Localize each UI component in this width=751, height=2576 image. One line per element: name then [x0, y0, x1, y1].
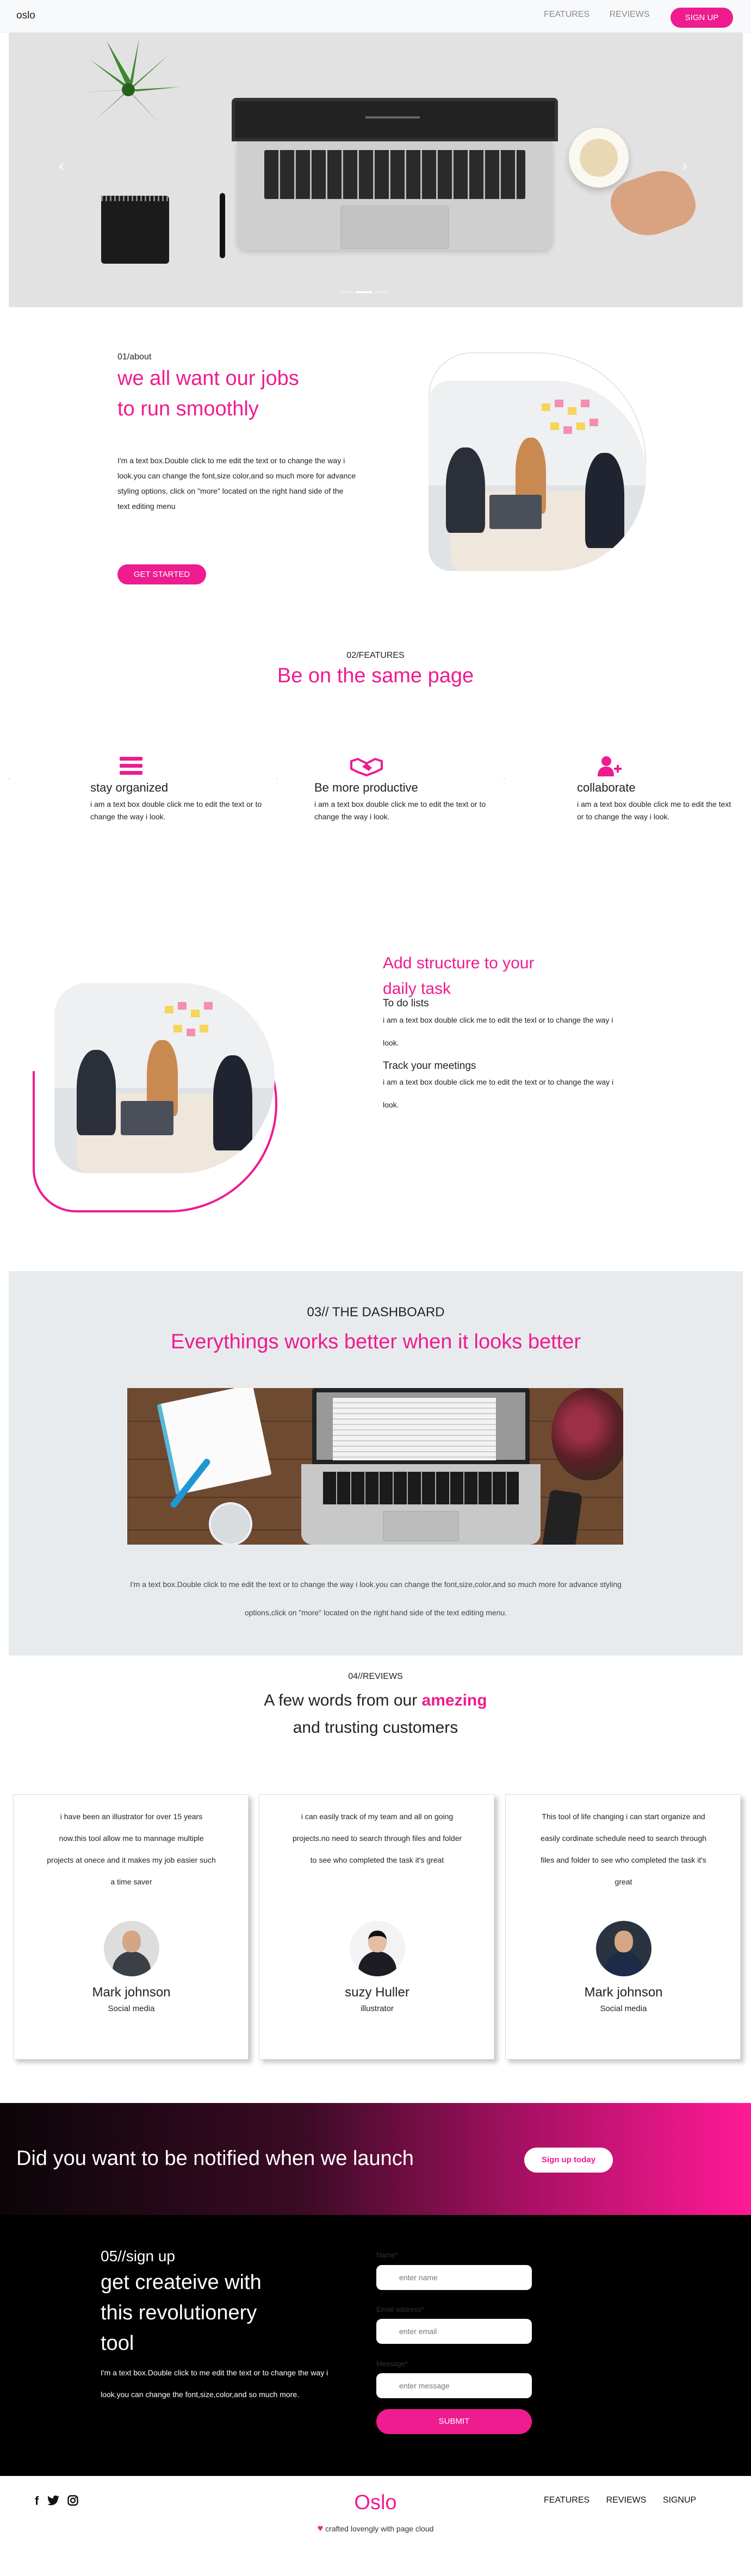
carousel-indicators [340, 286, 390, 296]
reviewer-name: suzy Huller [345, 1985, 409, 2000]
dashboard-section: 03// THE DASHBOARD Everythings works bet… [9, 1271, 743, 1656]
plant-image [77, 38, 180, 125]
dashboard-text: I'm a text box.Double click to me edit t… [130, 1580, 622, 1617]
footer-link-features[interactable]: FEATURES [544, 2496, 589, 2505]
top-navbar: oslo FEATURES REVIEWS SIGN UP [0, 0, 751, 33]
signup-section: 05//sign up get createive with this revo… [0, 2215, 751, 2476]
avatar [596, 1921, 651, 1976]
feature-desc: i am a text box double click me to edit … [314, 800, 486, 821]
heart-icon: ♥ [317, 2523, 324, 2534]
footer: f Oslo ♥ crafted lovengly with page clou… [0, 2476, 751, 2576]
signup-eyebrow: 05//sign up [101, 2248, 175, 2264]
dashboard-title: Everythings works better when it looks b… [170, 1330, 581, 1353]
feature-desc: i am a text box double click me to edit … [90, 800, 262, 821]
office-meeting-photo [54, 983, 275, 1173]
workspace-photo [127, 1388, 623, 1545]
review-quote: This tool of life changing i can start o… [540, 1812, 707, 1886]
footer-link-signup[interactable]: SIGNUP [663, 2496, 696, 2505]
reviews-eyebrow: 04//REVIEWS [348, 1672, 403, 1681]
get-started-button[interactable]: GET STARTED [117, 564, 206, 584]
meetings-text: i am a text box double click me to edit … [383, 1078, 614, 1109]
signup-title: get createive with this revolutionery to… [101, 2271, 262, 2355]
nav-signup-button[interactable]: SIGN UP [671, 8, 733, 28]
todo-heading: To do lists [383, 998, 429, 1009]
message-label: Message* [376, 2360, 408, 2368]
chevron-left-icon[interactable]: ‹ [59, 157, 64, 175]
review-card: i have been an illustrator for over 15 y… [13, 1794, 249, 2059]
add-user-icon [598, 756, 622, 776]
office-meeting-photo [429, 381, 646, 571]
carousel-dot[interactable] [340, 291, 352, 293]
about-text: I'm a text box.Double click to me edit t… [117, 456, 356, 511]
nav-links: FEATURES REVIEWS [544, 10, 667, 20]
carousel-dot[interactable] [375, 291, 387, 293]
nav-link-features[interactable]: FEATURES [544, 10, 589, 19]
feature-desc: i am a text box double click me to edit … [577, 800, 731, 821]
message-input[interactable] [376, 2373, 532, 2398]
email-input[interactable] [376, 2319, 532, 2344]
signup-text: I'm a text box.Double click to me edit t… [101, 2368, 328, 2399]
features-title: Be on the same page [277, 664, 474, 687]
handshake-icon [350, 757, 383, 776]
submit-button[interactable]: SUBMIT [376, 2409, 532, 2434]
reviews-title-part: A few words from our [264, 1691, 422, 1709]
structure-title: Add structure to your daily task [383, 954, 535, 998]
launch-banner: Did you want to be notified when we laun… [0, 2103, 751, 2215]
todo-text: i am a text box double click me to edit … [383, 1016, 613, 1047]
footer-credit-text: crafted lovengly with page cloud [325, 2524, 434, 2533]
name-label: Name* [376, 2251, 398, 2259]
reviewer-name: Mark johnson [584, 1985, 663, 2000]
feature-title: Be more productive [314, 781, 418, 794]
about-eyebrow: 01/about [117, 352, 152, 362]
feature-title: collaborate [577, 781, 636, 794]
review-quote: i have been an illustrator for over 15 y… [47, 1812, 216, 1886]
name-input[interactable] [376, 2265, 532, 2290]
nav-link-reviews[interactable]: REVIEWS [610, 10, 650, 19]
reviewer-name: Mark johnson [92, 1985, 171, 2000]
hero-carousel: ‹ › [9, 33, 743, 307]
email-label: Email address* [376, 2305, 424, 2313]
coffee-cup-image [569, 128, 629, 188]
brand-logo[interactable]: oslo [16, 10, 35, 22]
avatar [104, 1921, 159, 1976]
reviewer-role: Social media [108, 2004, 155, 2013]
pen-image [220, 193, 225, 258]
reviews-title-part: and trusting customers [293, 1719, 458, 1737]
menu-icon [120, 757, 142, 775]
launch-title: Did you want to be notified when we laun… [16, 2147, 414, 2170]
reviewer-role: illustrator [361, 2004, 394, 2013]
footer-credit: ♥ crafted lovengly with page cloud [0, 2523, 751, 2534]
review-quote: i can easily track of my team and all on… [292, 1812, 462, 1864]
reviews-title-highlight: amezing [421, 1691, 487, 1709]
chevron-right-icon[interactable]: › [682, 157, 687, 175]
carousel-dot[interactable] [356, 291, 372, 293]
reviews-title: A few words from our amezing and trustin… [0, 1687, 751, 1741]
dashboard-eyebrow: 03// THE DASHBOARD [307, 1305, 445, 1320]
about-title: we all want our jobs to run smoothly [117, 367, 299, 420]
notebook-image [101, 196, 169, 264]
reviewer-role: Social media [600, 2004, 647, 2013]
footer-links: FEATURES REVIEWS SIGNUP [544, 2496, 710, 2505]
signup-today-button[interactable]: Sign up today [524, 2148, 613, 2173]
avatar [350, 1921, 405, 1976]
footer-link-reviews[interactable]: REVIEWS [606, 2496, 647, 2505]
feature-title: stay organized [90, 781, 169, 794]
review-card: i can easily track of my team and all on… [259, 1794, 494, 2059]
features-eyebrow: 02/FEATURES [346, 651, 405, 660]
review-card: This tool of life changing i can start o… [505, 1794, 741, 2059]
